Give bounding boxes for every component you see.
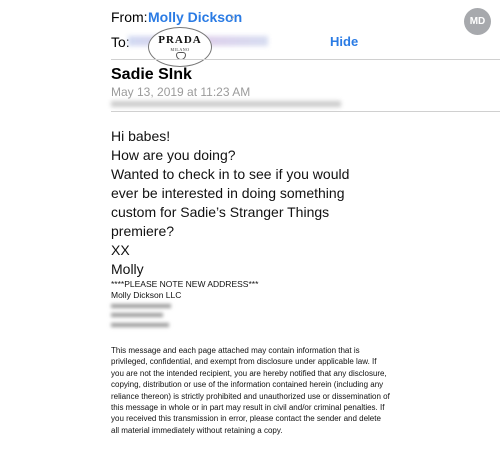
sender-name[interactable]: Molly Dickson	[148, 9, 242, 25]
email-date: May 13, 2019 at 11:23 AM	[111, 85, 251, 99]
body-line: Wanted to check in to see if you would e…	[111, 166, 350, 239]
logo-brand-text: PRADA	[158, 34, 202, 46]
redacted-address-line	[111, 304, 171, 308]
avatar[interactable]: MD	[464, 8, 491, 35]
company-name: Molly Dickson LLC	[111, 290, 182, 300]
redacted-address-line	[111, 323, 169, 327]
body-line: How are you doing?	[111, 147, 236, 163]
header-divider	[111, 59, 500, 60]
redacted-address-line	[111, 313, 163, 317]
legal-disclaimer: This message and each page attached may …	[111, 346, 390, 435]
subject-divider	[111, 111, 500, 112]
redacted-line	[111, 101, 341, 107]
address-notice: ****PLEASE NOTE NEW ADDRESS***	[111, 279, 259, 289]
body-line: Molly	[111, 261, 144, 277]
from-label: From:	[111, 9, 148, 25]
chevron-right-icon[interactable]: ›	[230, 8, 235, 24]
prada-logo: PRADA MILANO	[148, 27, 212, 67]
body-line: Hi babes!	[111, 128, 171, 144]
email-subject: Sadie SInk	[111, 66, 192, 83]
body-line: XX	[111, 242, 130, 258]
hide-details-link[interactable]: Hide	[330, 34, 358, 49]
to-label: To:	[111, 34, 130, 50]
email-body: Hi babes! How are you doing? Wanted to c…	[111, 127, 349, 279]
